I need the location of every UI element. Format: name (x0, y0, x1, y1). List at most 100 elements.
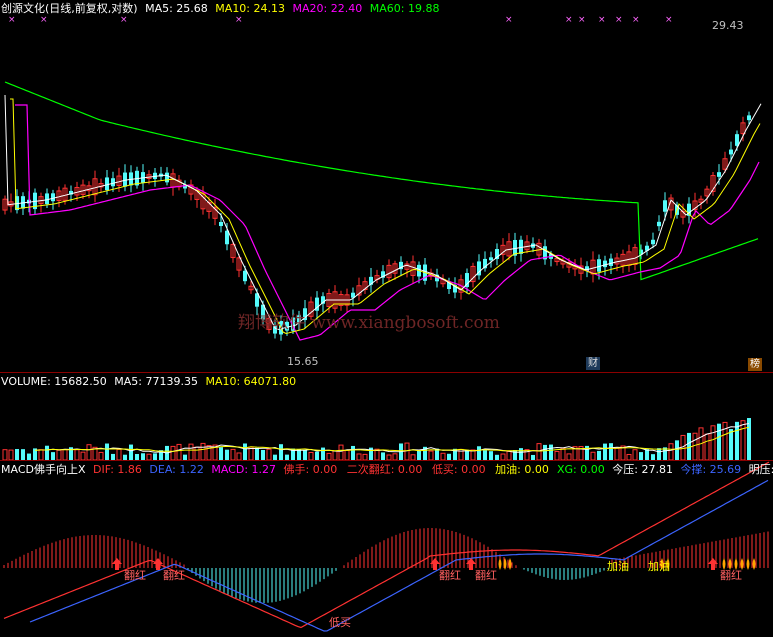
volume-bar (735, 421, 739, 460)
volume-bar (141, 453, 145, 460)
high-price-label: 29.43 (712, 19, 744, 32)
volume-bar (513, 450, 517, 460)
volume-bar (261, 449, 265, 460)
signal-fanhong-label: 翻红 (720, 569, 742, 582)
signal-jiayou-label: 加油 (648, 560, 670, 573)
flame-icon (508, 558, 512, 570)
flame-icon (746, 558, 750, 570)
volume-bar (597, 450, 601, 460)
volume-bar (639, 452, 643, 460)
volume-bar (56, 449, 62, 461)
signal-marker: × (615, 15, 623, 25)
stock-chart-window: × × × × × × × × × × × 创源文化(日线,前复权,对数) MA5: 25.68 M… (0, 0, 773, 637)
signal-fanhong-label: 翻红 (124, 569, 146, 582)
candle-body (219, 221, 223, 227)
volume-bar (45, 445, 49, 460)
dea-line (29, 479, 769, 632)
volume-bar (80, 451, 86, 461)
volume-bar (308, 451, 314, 461)
volume-bar (98, 451, 104, 461)
volume-bar (176, 443, 182, 461)
volume-bar (315, 451, 319, 460)
volume-bar (243, 443, 247, 460)
volume-bar (675, 440, 679, 460)
volume-bar (747, 418, 751, 460)
panel-divider[interactable] (0, 460, 773, 461)
volume-bar (543, 444, 547, 460)
volume-bar (428, 450, 434, 461)
candle-body (111, 178, 115, 187)
volume-bar (554, 450, 560, 461)
volume-bar (236, 452, 242, 461)
dif-value: DIF: 1.86 (93, 463, 142, 476)
dif-line (3, 461, 770, 629)
volume-bar (200, 442, 206, 461)
finance-badge[interactable]: 财 (586, 357, 600, 370)
volume-bar (86, 444, 92, 461)
volume-bar (603, 443, 607, 460)
volume-bar (15, 449, 19, 460)
volume-bar (506, 450, 512, 461)
volume-bar (188, 443, 194, 461)
volume-bar (351, 445, 355, 460)
dimai-value: 低买: 0.00 (431, 463, 486, 476)
foshou-value: 佛手: 0.00 (283, 463, 338, 476)
ranking-badge[interactable]: 榜 (748, 358, 762, 371)
volume-bar (729, 429, 733, 460)
signal-marker: × (598, 15, 606, 25)
volume-bar (477, 446, 481, 460)
volume-bar (590, 451, 596, 461)
volume-bar (381, 452, 385, 460)
volume-bar (105, 443, 109, 460)
signal-marker: × (505, 15, 513, 25)
jiayou-value: 加油: 0.00 (495, 463, 549, 476)
volume-bar (8, 449, 14, 461)
price-header: 创源文化(日线,前复权,对数) MA5: 25.68 MA10: 24.13 M… (1, 2, 439, 16)
volume-bar (417, 450, 421, 460)
low-price-label: 15.65 (287, 355, 319, 368)
volume-bar (153, 453, 157, 460)
volume-bar (321, 447, 325, 460)
volume-bar (332, 450, 338, 461)
ma10-line (10, 98, 761, 335)
volume-bar (194, 446, 200, 461)
signal-marker: × (40, 15, 48, 25)
signal-fanhong-label: 翻红 (163, 569, 185, 582)
volume-bar (692, 432, 698, 461)
dea-value: DEA: 1.22 (149, 463, 204, 476)
volume-bar (344, 449, 350, 461)
volume-bar (170, 445, 176, 461)
signal-marker: × (8, 15, 16, 25)
volume-bar (657, 448, 661, 460)
candle-body (663, 200, 667, 212)
signal-fanhong-label: 翻红 (439, 569, 461, 582)
volume-bar (614, 447, 620, 461)
volume-bar (536, 443, 542, 461)
watermark: 翔博软件 www.xiangbosoft.com (238, 313, 500, 333)
panel-divider[interactable] (0, 372, 773, 373)
ma20-line (15, 104, 760, 341)
volume-bar (303, 450, 307, 460)
candle-body (45, 193, 49, 205)
volume-bar (338, 444, 344, 461)
volume-bar (489, 451, 493, 460)
candle-body (51, 193, 55, 202)
volume-bar (710, 425, 716, 461)
stock-title: 创源文化(日线,前复权,对数) (1, 2, 138, 15)
volume-bar (266, 448, 272, 461)
ma60-value: MA60: 19.88 (369, 2, 440, 15)
volume-bar (2, 449, 8, 461)
candle-body (729, 149, 733, 155)
signal-marker: × (665, 15, 673, 25)
volume-bar (483, 450, 487, 460)
volume-bar (129, 444, 133, 460)
volume-bar (632, 449, 638, 461)
candle-body (747, 115, 751, 121)
ma5-line (4, 94, 762, 331)
jinzhi-value: 今撑: 25.69 (680, 463, 742, 476)
volume-bar (704, 433, 710, 461)
ma5-value: MA5: 25.68 (145, 2, 208, 15)
volume-bar (74, 449, 80, 461)
signal-dimai-label: 低买 (329, 616, 351, 629)
candle-body (603, 260, 607, 268)
